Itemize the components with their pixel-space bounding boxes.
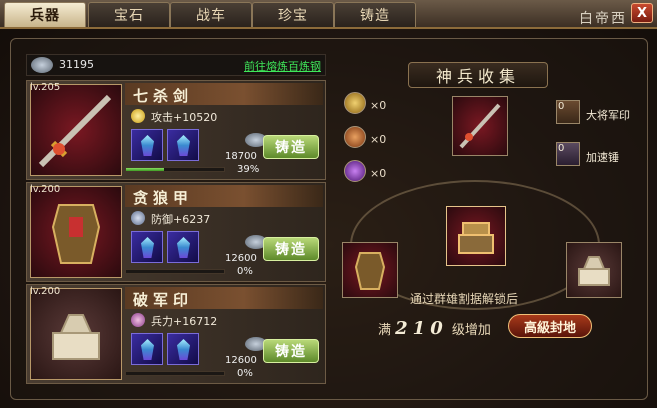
armor-icon: [51, 204, 101, 264]
tab-weapons[interactable]: 兵器: [4, 2, 86, 27]
gem-slot-1[interactable]: [131, 231, 163, 263]
collection-title: 神兵收集: [408, 62, 548, 88]
tab-forge[interactable]: 铸造: [334, 2, 416, 27]
treasure-chest-icon: [458, 222, 494, 254]
forge-progress-bar: [125, 167, 225, 172]
weapon-stat: 兵力+16712: [151, 315, 218, 328]
resource-amount: 31195: [59, 58, 94, 71]
weapon-card-seal: lv.200 破军印 兵力+16712 12600 铸造 0%: [26, 284, 326, 384]
reward-count: 0: [558, 143, 565, 154]
forge-cost: 12600: [225, 355, 257, 366]
corner-title: 白帝西: [579, 11, 627, 27]
forge-progress-bar: [125, 371, 225, 376]
troops-icon: [131, 313, 145, 327]
gem-slot-2[interactable]: [167, 129, 199, 161]
collection-sword-slot[interactable]: [452, 96, 508, 156]
sword-icon: [38, 94, 112, 168]
progress-text: 0%: [237, 368, 253, 379]
gem-slot-2[interactable]: [167, 231, 199, 263]
weapon-name-bar: 七杀剑: [125, 83, 323, 105]
steel-ingot-icon: [31, 57, 53, 73]
weapon-card-sword: lv.205 七杀剑 攻击+10520 18700 铸造 39%: [26, 80, 326, 180]
defense-icon: [131, 211, 145, 225]
gem-slot-1[interactable]: [131, 333, 163, 365]
sword-image: [30, 84, 122, 176]
weapon-stat: 防御+6237: [151, 213, 211, 226]
weapon-level: lv.200: [30, 184, 61, 195]
high-fief-badge: 高級封地: [508, 314, 592, 338]
forge-cost: 18700: [225, 151, 257, 162]
gem-slot-1[interactable]: [131, 129, 163, 161]
unlock-prefix: 满: [378, 323, 392, 338]
seal-image: [30, 288, 122, 380]
progress-text: 0%: [237, 266, 253, 277]
weapon-name: 贪狼甲: [133, 189, 194, 207]
reward-label: 加速锤: [586, 151, 619, 164]
weapon-level: lv.200: [30, 286, 61, 297]
reward-label: 大将军印: [586, 109, 630, 122]
purple-hammer-icon: [344, 160, 366, 182]
forge-button[interactable]: 铸造: [263, 339, 319, 363]
tab-bar: 兵器 宝石 战车 珍宝 铸造 白帝西 X: [0, 0, 657, 29]
reward-count: 0: [558, 101, 565, 112]
tab-gems[interactable]: 宝石: [88, 2, 170, 27]
hammer-count: ×0: [370, 133, 387, 146]
seal-icon: [52, 314, 100, 360]
tab-chariot[interactable]: 战车: [170, 2, 252, 27]
sword-icon: [459, 103, 501, 149]
smelt-steel-link[interactable]: 前往熔炼百炼钢: [244, 58, 321, 74]
bronze-hammer-icon: [344, 126, 366, 148]
weapon-name: 破军印: [133, 291, 194, 309]
gold-hammer-icon: [344, 92, 366, 114]
unlock-requirement: 满 210 级增加: [378, 318, 491, 339]
unlock-hint: 通过群雄割据解锁后: [410, 292, 519, 306]
weapon-name-bar: 贪狼甲: [125, 185, 323, 207]
armor-image: [30, 186, 122, 278]
weapon-level: lv.205: [30, 82, 61, 93]
weapon-name: 七杀剑: [133, 87, 194, 105]
weapon-card-armor: lv.200 贪狼甲 防御+6237 12600 铸造 0%: [26, 182, 326, 282]
progress-fill: [126, 168, 165, 171]
collection-seal-slot[interactable]: [566, 242, 622, 298]
unlock-level: 210: [395, 318, 448, 339]
progress-text: 39%: [237, 164, 260, 175]
treasure-chest-slot[interactable]: [446, 206, 506, 266]
seal-icon: [578, 256, 610, 286]
collection-armor-slot[interactable]: [342, 242, 398, 298]
hammer-count: ×0: [370, 167, 387, 180]
weapon-stat: 攻击+10520: [151, 111, 218, 124]
forge-progress-bar: [125, 269, 225, 274]
forge-button[interactable]: 铸造: [263, 135, 319, 159]
gem-slot-2[interactable]: [167, 333, 199, 365]
attack-icon: [131, 109, 145, 123]
forge-button[interactable]: 铸造: [263, 237, 319, 261]
tab-treasure[interactable]: 珍宝: [252, 2, 334, 27]
unlock-suffix: 级增加: [451, 323, 491, 338]
forge-cost: 12600: [225, 253, 257, 264]
close-button[interactable]: X: [631, 3, 653, 23]
hammer-count: ×0: [370, 99, 387, 112]
armor-icon: [354, 252, 386, 290]
resource-bar: 31195 前往熔炼百炼钢: [26, 54, 326, 76]
weapon-name-bar: 破军印: [125, 287, 323, 309]
